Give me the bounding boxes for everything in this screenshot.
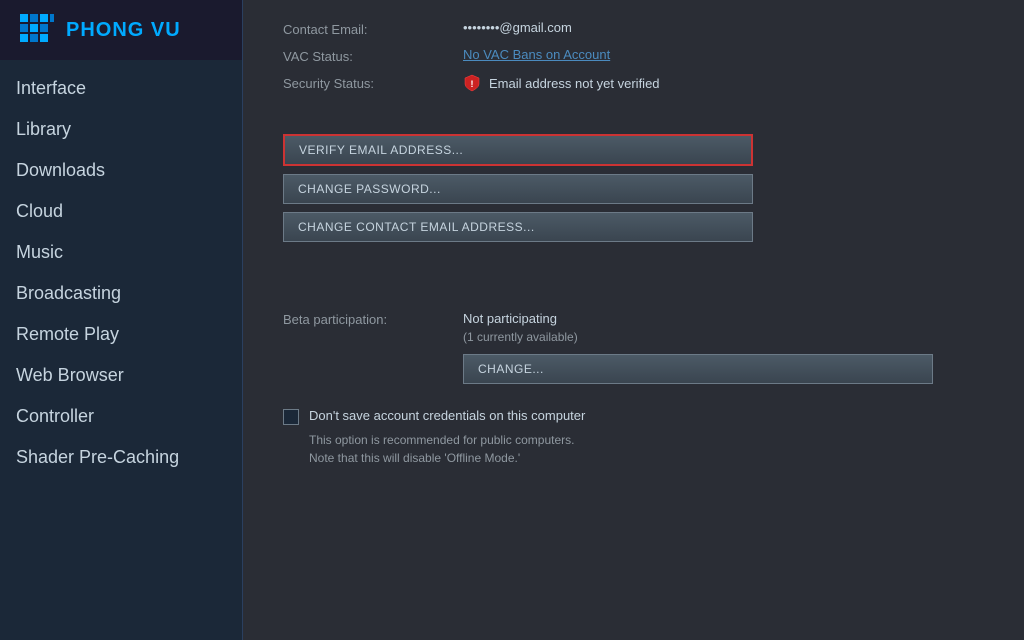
sidebar-navigation: Interface Library Downloads Cloud Music … — [0, 60, 242, 478]
beta-value: Not participating — [463, 311, 557, 326]
checkbox-row: Don't save account credentials on this c… — [283, 408, 984, 425]
security-status-value: ! Email address not yet verified — [463, 74, 660, 92]
vac-status-link[interactable]: No VAC Bans on Account — [463, 47, 610, 62]
change-password-row: CHANGE PASSWORD... — [283, 174, 984, 204]
main-content: Contact Email: ••••••••@gmail.com VAC St… — [243, 0, 1024, 640]
vac-status-label: VAC Status: — [283, 47, 463, 64]
beta-participation-row: Beta participation: Not participating (1… — [283, 310, 984, 384]
sidebar-item-cloud[interactable]: Cloud — [0, 191, 242, 232]
checkbox-note-line1: This option is recommended for public co… — [309, 433, 574, 447]
security-status-row: Security Status: ! Email address not yet… — [283, 74, 984, 92]
change-email-button[interactable]: CHANGE CONTACT EMAIL ADDRESS... — [283, 212, 753, 242]
checkbox-note-line2: Note that this will disable 'Offline Mod… — [309, 451, 520, 465]
beta-label: Beta participation: — [283, 310, 463, 327]
sidebar-item-music[interactable]: Music — [0, 232, 242, 273]
sidebar-item-library[interactable]: Library — [0, 109, 242, 150]
checkbox-label: Don't save account credentials on this c… — [309, 408, 585, 423]
sidebar-item-shader-pre-caching[interactable]: Shader Pre-Caching — [0, 437, 242, 478]
sidebar-item-downloads[interactable]: Downloads — [0, 150, 242, 191]
sidebar-item-controller[interactable]: Controller — [0, 396, 242, 437]
svg-text:!: ! — [471, 79, 474, 89]
credentials-checkbox[interactable] — [283, 409, 299, 425]
sidebar-item-remote-play[interactable]: Remote Play — [0, 314, 242, 355]
beta-status: Not participating (1 currently available… — [463, 310, 933, 346]
beta-sub: (1 currently available) — [463, 330, 578, 344]
sidebar-item-broadcasting[interactable]: Broadcasting — [0, 273, 242, 314]
logo-icon — [16, 10, 56, 50]
shield-icon: ! — [463, 74, 481, 92]
change-password-button[interactable]: CHANGE PASSWORD... — [283, 174, 753, 204]
contact-email-row: Contact Email: ••••••••@gmail.com — [283, 20, 984, 37]
sidebar-item-web-browser[interactable]: Web Browser — [0, 355, 242, 396]
verify-email-row: VERIFY EMAIL ADDRESS... — [283, 134, 984, 166]
sidebar: PHONG VU Interface Library Downloads Clo… — [0, 0, 243, 640]
logo-text: PHONG VU — [66, 19, 181, 42]
change-email-row: CHANGE CONTACT EMAIL ADDRESS... — [283, 212, 984, 242]
logo-area: PHONG VU — [0, 0, 242, 60]
security-status-label: Security Status: — [283, 74, 463, 91]
contact-email-label: Contact Email: — [283, 20, 463, 37]
verify-email-button[interactable]: VERIFY EMAIL ADDRESS... — [283, 134, 753, 166]
content-area: Contact Email: ••••••••@gmail.com VAC St… — [243, 0, 1024, 487]
sidebar-item-interface[interactable]: Interface — [0, 68, 242, 109]
contact-email-value: ••••••••@gmail.com — [463, 20, 572, 35]
checkbox-note: This option is recommended for public co… — [309, 431, 984, 467]
vac-status-row: VAC Status: No VAC Bans on Account — [283, 47, 984, 64]
beta-values: Not participating (1 currently available… — [463, 310, 933, 384]
security-status-text: Email address not yet verified — [489, 76, 660, 91]
change-beta-button[interactable]: CHANGE... — [463, 354, 933, 384]
